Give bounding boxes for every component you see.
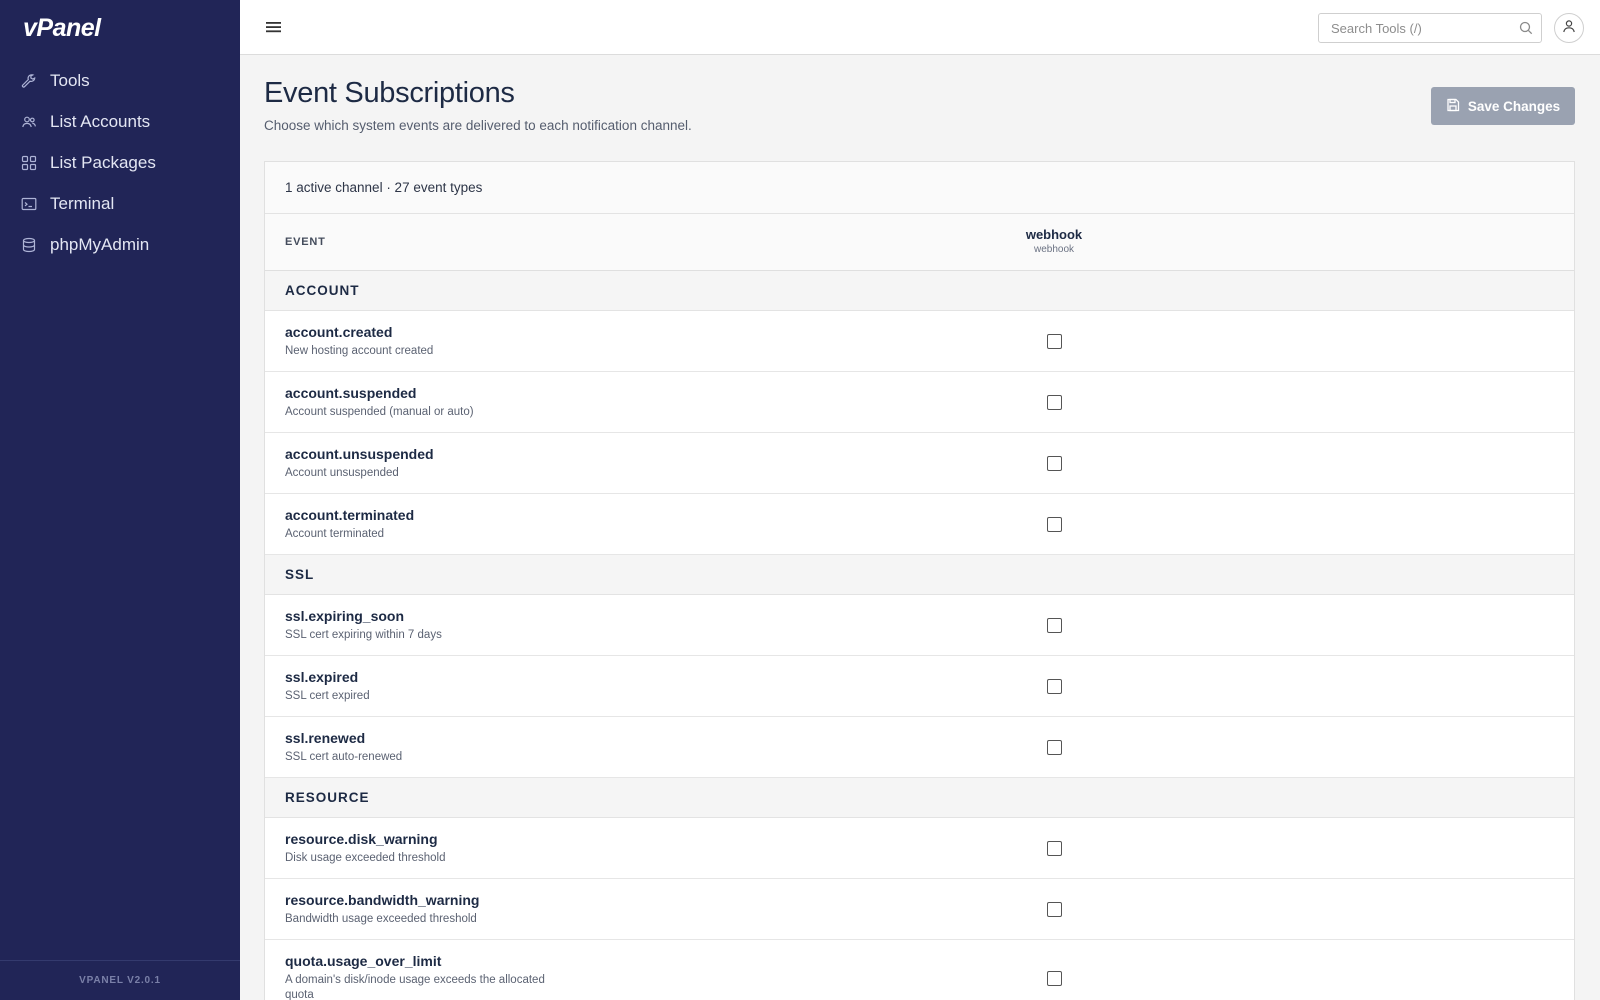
event-name: resource.bandwidth_warning [285, 892, 480, 908]
table-row: ssl.renewed SSL cert auto-renewed [265, 717, 1574, 778]
event-description: Account terminated [285, 528, 385, 540]
event-description: A domain's disk/inode usage exceeds the … [285, 974, 545, 1000]
event-column-header: EVENT [285, 236, 326, 248]
terminal-icon [21, 196, 37, 212]
sidebar-item-label: Tools [50, 70, 90, 90]
event-name: ssl.expired [285, 669, 359, 685]
group-header-resource: RESOURCE [265, 778, 1574, 818]
table-row: account.terminated Account terminated [265, 494, 1574, 555]
sidebar-item-terminal[interactable]: Terminal [0, 183, 240, 224]
table-row: account.suspended Account suspended (man… [265, 372, 1574, 433]
main-content: Event Subscriptions Choose which system … [240, 55, 1600, 1000]
database-icon [21, 237, 37, 253]
sidebar-item-list-packages[interactable]: List Packages [0, 142, 240, 183]
wrench-icon [21, 73, 37, 89]
sidebar-item-label: Terminal [50, 193, 115, 213]
event-description: SSL cert expiring within 7 days [285, 629, 442, 641]
topbar [240, 0, 1600, 55]
channel-type: webhook [1033, 244, 1075, 255]
event-name: account.unsuspended [285, 446, 434, 462]
subscription-checkbox[interactable] [1047, 841, 1062, 856]
menu-toggle-icon[interactable] [265, 19, 283, 35]
user-menu-button[interactable] [1554, 13, 1584, 43]
table-header: EVENT webhook webhook [265, 214, 1574, 271]
subscription-checkbox[interactable] [1047, 395, 1062, 410]
event-name: ssl.expiring_soon [285, 608, 405, 624]
page-title: Event Subscriptions [264, 77, 515, 109]
event-description: SSL cert expired [285, 690, 370, 702]
grid-icon [21, 155, 37, 171]
event-description: Bandwidth usage exceeded threshold [285, 913, 477, 925]
subscription-checkbox[interactable] [1047, 740, 1062, 755]
table-row: resource.disk_warning Disk usage exceede… [265, 818, 1574, 879]
save-button-label: Save Changes [1467, 98, 1561, 114]
channel-column-header: webhook webhook [984, 227, 1124, 255]
sidebar-nav: Tools List Accounts List Packages Termin… [0, 60, 240, 265]
group-header-account: ACCOUNT [265, 271, 1574, 311]
table-row: ssl.expired SSL cert expired [265, 656, 1574, 717]
page-subtitle: Choose which system events are delivered… [264, 118, 692, 133]
table-summary: 1 active channel · 27 event types [265, 162, 1574, 214]
table-row: account.unsuspended Account unsuspended [265, 433, 1574, 494]
subscription-checkbox[interactable] [1047, 334, 1062, 349]
subscriptions-table: 1 active channel · 27 event types EVENT … [264, 161, 1575, 1000]
group-header-ssl: SSL [265, 555, 1574, 595]
event-description: SSL cert auto-renewed [285, 751, 403, 763]
sidebar-item-label: List Packages [50, 152, 156, 172]
event-name: account.terminated [285, 507, 415, 523]
channel-name: webhook [1025, 227, 1083, 242]
event-description: Account suspended (manual or auto) [285, 406, 474, 418]
search-box [1318, 13, 1542, 43]
sidebar-item-phpmyadmin[interactable]: phpMyAdmin [0, 224, 240, 265]
app-logo[interactable]: vPanel [23, 14, 101, 43]
save-changes-button[interactable]: Save Changes [1431, 87, 1575, 125]
subscription-checkbox[interactable] [1047, 902, 1062, 917]
save-icon [1446, 98, 1460, 115]
event-description: New hosting account created [285, 345, 434, 357]
event-name: resource.disk_warning [285, 831, 438, 847]
user-icon [1562, 19, 1576, 38]
subscription-checkbox[interactable] [1047, 517, 1062, 532]
subscription-checkbox[interactable] [1047, 971, 1062, 986]
table-row: ssl.expiring_soon SSL cert expiring with… [265, 595, 1574, 656]
event-name: ssl.renewed [285, 730, 366, 746]
table-row: quota.usage_over_limit A domain's disk/i… [265, 940, 1574, 1000]
subscription-checkbox[interactable] [1047, 679, 1062, 694]
sidebar: vPanel Tools List Accounts List Packages… [0, 0, 240, 1000]
table-row: resource.bandwidth_warning Bandwidth usa… [265, 879, 1574, 940]
event-name: quota.usage_over_limit [285, 953, 442, 969]
sidebar-item-list-accounts[interactable]: List Accounts [0, 101, 240, 142]
sidebar-item-label: phpMyAdmin [50, 234, 150, 254]
event-name: account.suspended [285, 385, 417, 401]
event-name: account.created [285, 324, 393, 340]
subscription-checkbox[interactable] [1047, 456, 1062, 471]
version-label: VPANEL V2.0.1 [0, 960, 240, 1000]
event-description: Account unsuspended [285, 467, 399, 479]
table-row: account.created New hosting account crea… [265, 311, 1574, 372]
search-icon[interactable] [1519, 21, 1533, 35]
sidebar-item-label: List Accounts [50, 111, 151, 131]
search-input[interactable] [1319, 14, 1499, 42]
users-icon [21, 114, 37, 130]
event-description: Disk usage exceeded threshold [285, 852, 446, 864]
sidebar-item-tools[interactable]: Tools [0, 60, 240, 101]
subscription-checkbox[interactable] [1047, 618, 1062, 633]
